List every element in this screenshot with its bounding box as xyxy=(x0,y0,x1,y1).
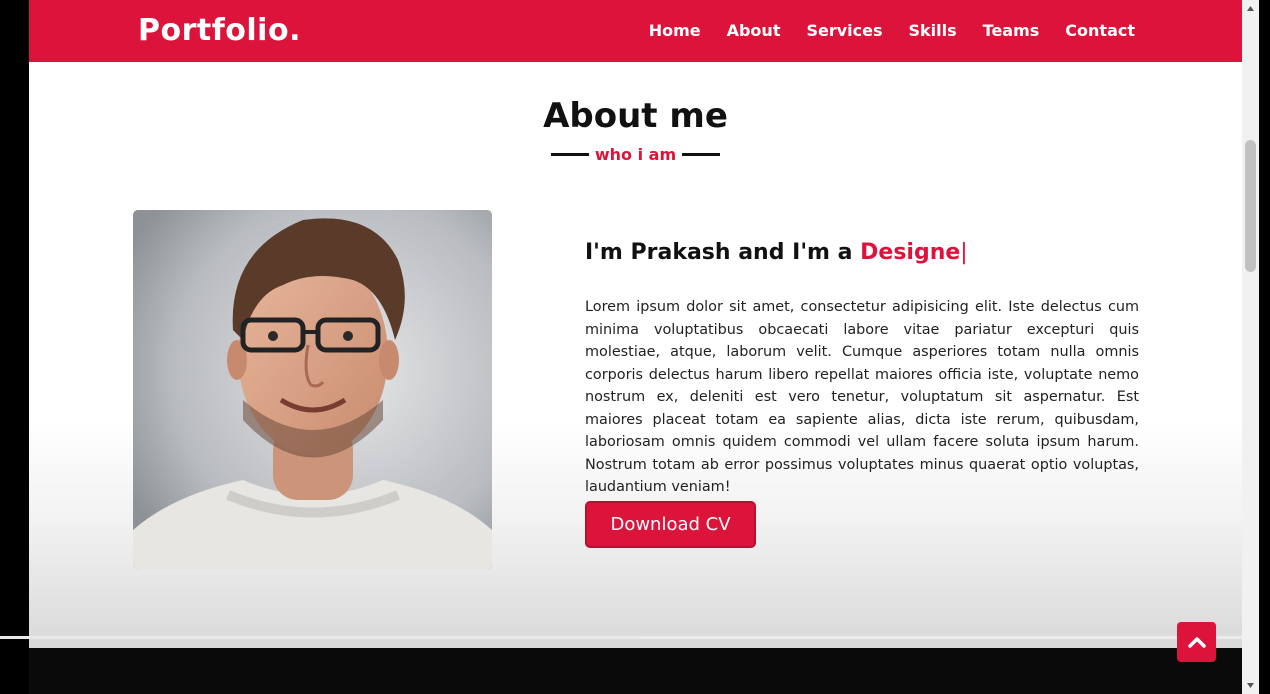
nav-contact[interactable]: Contact xyxy=(1065,21,1135,40)
window-edge xyxy=(1259,0,1270,694)
nav-menu: Home About Services Skills Teams Contact xyxy=(649,21,1135,40)
nav-services[interactable]: Services xyxy=(806,21,882,40)
about-paragraph: Lorem ipsum dolor sit amet, consectetur … xyxy=(585,299,1139,496)
video-progress-fill xyxy=(0,636,641,639)
typing-cursor: | xyxy=(960,240,968,265)
portrait-illustration xyxy=(133,210,492,569)
scrollbar-thumb[interactable] xyxy=(1245,140,1256,272)
nav-skills[interactable]: Skills xyxy=(909,21,957,40)
nav-teams[interactable]: Teams xyxy=(983,21,1040,40)
intro-role: Designe xyxy=(860,240,961,265)
scroll-top-button[interactable] xyxy=(1177,622,1216,662)
chevron-up-icon xyxy=(1187,637,1206,648)
nav-home[interactable]: Home xyxy=(649,21,701,40)
navbar: Portfolio. Home About Services Skills Te… xyxy=(29,0,1242,62)
section-subtitle: who i am xyxy=(29,145,1242,164)
divider-line-right xyxy=(682,153,721,156)
section-title: About me xyxy=(543,96,728,136)
site-logo[interactable]: Portfolio. xyxy=(138,13,301,48)
footer-bar xyxy=(29,648,1242,694)
subtitle-text: who i am xyxy=(594,145,677,164)
intro-heading: I'm Prakash and I'm a Designe| xyxy=(585,240,968,265)
scrollbar[interactable] xyxy=(1242,0,1259,694)
scroll-down-arrow-icon[interactable] xyxy=(1246,681,1255,690)
intro-prefix: I'm Prakash and I'm a xyxy=(585,240,861,265)
nav-about[interactable]: About xyxy=(727,21,781,40)
divider-line-left xyxy=(550,153,589,156)
profile-photo xyxy=(133,210,492,569)
page: Portfolio. Home About Services Skills Te… xyxy=(29,0,1242,648)
scroll-up-arrow-icon[interactable] xyxy=(1246,4,1255,13)
download-cv-button[interactable]: Download CV xyxy=(585,501,756,548)
